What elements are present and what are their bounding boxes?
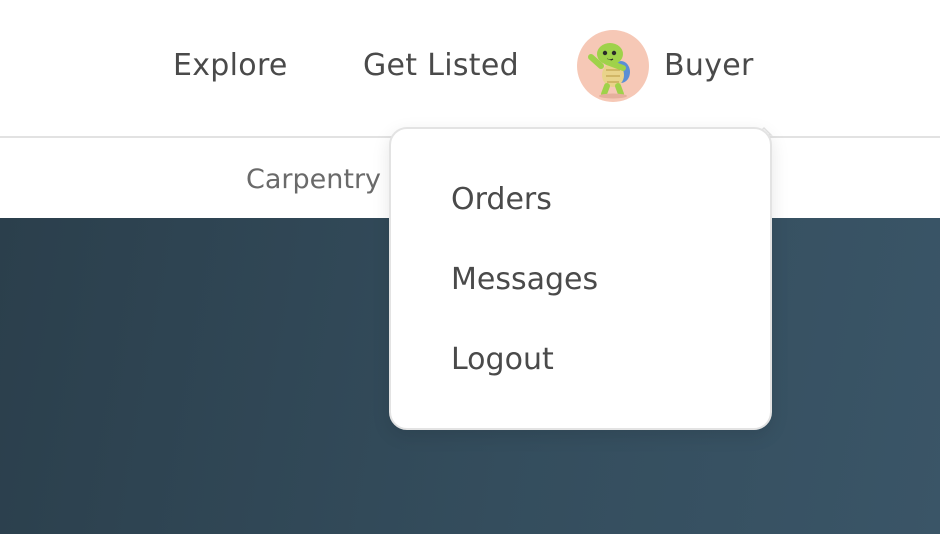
category-item-carpentry[interactable]: Carpentry: [246, 164, 381, 195]
menu-item-logout[interactable]: Logout: [451, 342, 554, 377]
nav-user-menu[interactable]: Buyer: [664, 48, 754, 83]
turtle-avatar-icon[interactable]: [577, 30, 649, 102]
top-navbar: Explore Get Listed Buyer: [0, 0, 940, 136]
category-item[interactable]: g: [0, 164, 10, 195]
nav-get-listed-link[interactable]: Get Listed: [363, 48, 519, 83]
menu-item-messages[interactable]: Messages: [451, 262, 598, 297]
menu-item-orders[interactable]: Orders: [451, 182, 552, 217]
page: Explore Get Listed Buyer Carpentry Order…: [0, 0, 940, 534]
user-dropdown-menu: Orders Messages Logout: [389, 127, 772, 430]
nav-explore-link[interactable]: Explore: [173, 48, 288, 83]
